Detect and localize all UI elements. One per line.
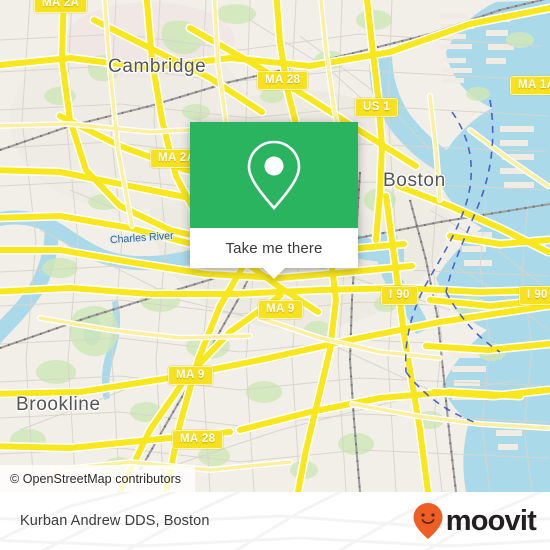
callout-action-bar[interactable]: Take me there bbox=[190, 228, 358, 279]
footer-bar: Kurban Andrew DDS, Boston moovit bbox=[0, 492, 550, 550]
moovit-pin-icon bbox=[413, 503, 443, 539]
moovit-map-screenshot: Cambridge Boston Brookline Charles River… bbox=[0, 0, 550, 550]
location-pin-icon bbox=[247, 140, 301, 210]
attribution-text: © OpenStreetMap contributors bbox=[10, 471, 182, 486]
map-canvas[interactable]: Cambridge Boston Brookline Charles River… bbox=[0, 0, 550, 492]
map-attribution[interactable]: © OpenStreetMap contributors bbox=[0, 465, 196, 492]
take-me-there-callout[interactable]: Take me there bbox=[190, 122, 358, 279]
callout-tail bbox=[263, 268, 285, 279]
callout-green-panel bbox=[190, 122, 358, 228]
moovit-wordmark: moovit bbox=[445, 504, 537, 537]
take-me-there-label: Take me there bbox=[225, 239, 323, 257]
footer-content: Kurban Andrew DDS, Boston moovit bbox=[0, 492, 550, 550]
place-title: Kurban Andrew DDS, Boston bbox=[20, 513, 210, 529]
moovit-logo[interactable]: moovit bbox=[412, 502, 537, 540]
